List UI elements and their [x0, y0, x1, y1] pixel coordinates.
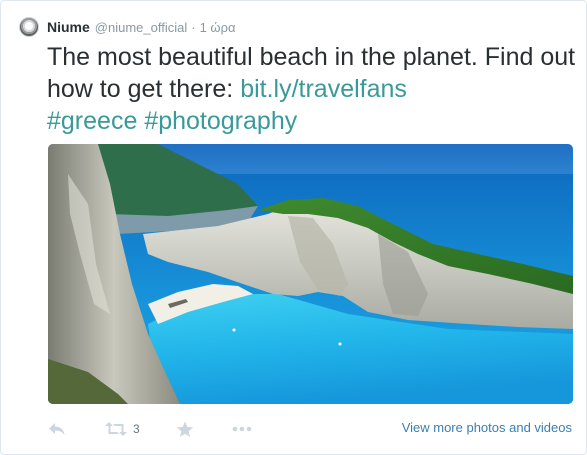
hashtag-greece[interactable]: #greece: [47, 107, 137, 135]
reply-button[interactable]: [48, 418, 66, 440]
more-icon: [232, 426, 252, 432]
tweet-photo[interactable]: [48, 144, 573, 404]
tweet-timestamp[interactable]: 1 ώρα: [200, 20, 236, 35]
author-handle[interactable]: @niume_official: [95, 20, 187, 35]
beach-photo-image: [48, 144, 573, 404]
retweet-icon: [105, 422, 127, 436]
more-button[interactable]: [232, 418, 252, 440]
hashtag-photography[interactable]: #photography: [144, 107, 297, 135]
author-name[interactable]: Niume: [47, 19, 90, 35]
avatar[interactable]: [19, 17, 39, 37]
meta-separator: ·: [191, 19, 196, 35]
tweet-text: The most beautiful beach in the planet. …: [47, 41, 577, 137]
tweet-actions: 3 View more photos and videos: [48, 418, 572, 440]
tweet-link[interactable]: bit.ly/travelfans: [240, 75, 407, 103]
favorite-icon: [176, 421, 194, 437]
favorite-button[interactable]: [176, 418, 194, 440]
view-more-link[interactable]: View more photos and videos: [402, 420, 572, 435]
retweet-button[interactable]: 3: [105, 418, 140, 440]
reply-icon: [49, 423, 65, 435]
retweet-count: 3: [133, 422, 140, 436]
tweet-header: Niume @niume_official · 1 ώρα: [19, 16, 236, 38]
tweet-card: Niume @niume_official · 1 ώρα The most b…: [0, 0, 587, 455]
